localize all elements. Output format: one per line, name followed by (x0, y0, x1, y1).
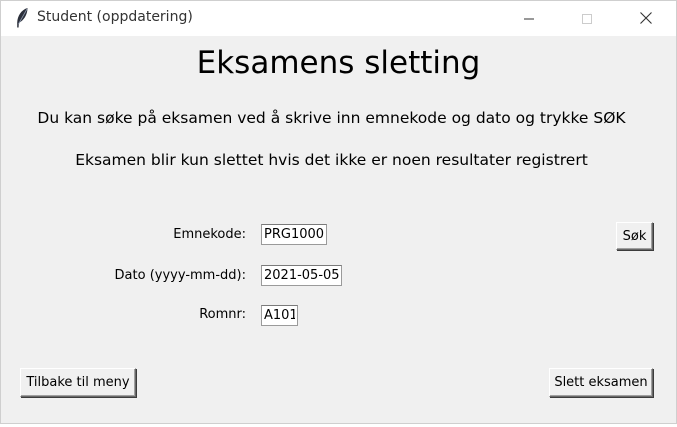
search-button[interactable]: Søk (616, 222, 653, 250)
feather-icon (15, 7, 29, 29)
dato-label: Dato (yyyy-mm-dd): (114, 268, 246, 283)
close-icon (640, 9, 652, 28)
back-to-menu-button[interactable]: Tilbake til meny (20, 368, 136, 397)
window-title: Student (oppdatering) (37, 9, 193, 25)
romnr-input[interactable] (261, 305, 298, 326)
maximize-button[interactable] (558, 1, 616, 36)
title-bar[interactable]: Student (oppdatering) (1, 1, 676, 36)
delete-exam-button[interactable]: Slett eksamen (549, 368, 653, 397)
instruction-text: Du kan søke på eksamen ved å skrive inn … (37, 109, 626, 127)
emnekode-label: Emnekode: (173, 227, 246, 242)
romnr-label: Romnr: (199, 307, 246, 322)
warning-text: Eksamen blir kun slettet hvis det ikke e… (75, 151, 588, 169)
maximize-icon (582, 9, 592, 28)
app-window: Student (oppdatering) Eksamens sletting … (0, 0, 677, 424)
page-title: Eksamens sletting (196, 45, 481, 81)
close-button[interactable] (617, 1, 675, 36)
minimize-button[interactable] (500, 1, 558, 36)
minimize-icon (524, 9, 534, 28)
emnekode-input[interactable] (261, 224, 327, 245)
dato-input[interactable] (261, 265, 342, 286)
